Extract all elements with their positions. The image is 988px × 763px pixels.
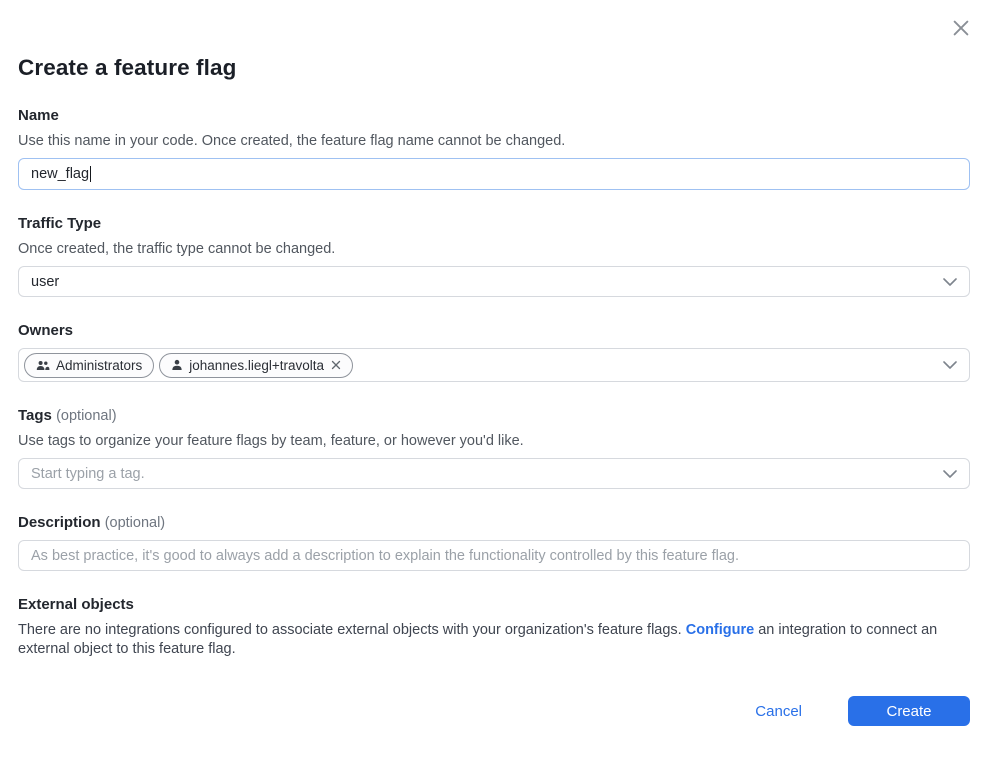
description-input[interactable] (18, 540, 970, 571)
owner-chip-user[interactable]: johannes.liegl+travolta (159, 353, 353, 378)
tags-section: Tags (optional) Use tags to organize you… (18, 407, 970, 489)
owners-select[interactable]: Administrators johannes.liegl+travolta (18, 348, 970, 382)
text-caret (90, 166, 91, 182)
chevron-down-icon (943, 278, 957, 286)
dialog-footer: Cancel Create (18, 696, 970, 726)
traffic-type-value: user (31, 274, 59, 290)
tags-placeholder: Start typing a tag. (31, 466, 145, 482)
person-icon (171, 359, 183, 371)
external-objects-section: External objects There are no integratio… (18, 596, 970, 658)
traffic-type-label: Traffic Type (18, 215, 970, 233)
owners-label: Owners (18, 322, 970, 340)
create-feature-flag-dialog: Create a feature flag Name Use this name… (0, 0, 988, 726)
owner-chip-administrators[interactable]: Administrators (24, 353, 154, 378)
traffic-type-helper-text: Once created, the traffic type cannot be… (18, 240, 970, 258)
external-objects-text: There are no integrations configured to … (18, 621, 968, 658)
external-objects-label: External objects (18, 596, 970, 614)
name-section: Name Use this name in your code. Once cr… (18, 107, 970, 190)
close-button[interactable] (949, 16, 973, 40)
tags-optional-label: (optional) (56, 408, 116, 424)
tags-label: Tags (optional) (18, 407, 970, 425)
name-input[interactable]: new_flag (18, 158, 970, 190)
traffic-type-section: Traffic Type Once created, the traffic t… (18, 215, 970, 297)
tags-helper-text: Use tags to organize your feature flags … (18, 432, 970, 450)
chevron-down-icon (943, 470, 957, 478)
name-input-value: new_flag (31, 166, 89, 182)
name-helper-text: Use this name in your code. Once created… (18, 132, 970, 150)
remove-owner-icon[interactable] (331, 360, 341, 370)
chevron-down-icon (943, 361, 957, 369)
create-button[interactable]: Create (848, 696, 970, 726)
owner-chip-label: Administrators (56, 358, 142, 373)
name-label: Name (18, 107, 970, 125)
traffic-type-select[interactable]: user (18, 266, 970, 297)
configure-link[interactable]: Configure (686, 622, 754, 638)
description-optional-label: (optional) (105, 515, 165, 531)
owner-chip-label: johannes.liegl+travolta (189, 358, 324, 373)
group-icon (36, 360, 50, 371)
close-icon (950, 17, 972, 39)
cancel-button[interactable]: Cancel (755, 703, 802, 720)
page-title: Create a feature flag (18, 0, 970, 82)
description-section: Description (optional) (18, 514, 970, 571)
description-label: Description (optional) (18, 514, 970, 532)
tags-select[interactable]: Start typing a tag. (18, 458, 970, 489)
owners-section: Owners Administrators (18, 322, 970, 382)
